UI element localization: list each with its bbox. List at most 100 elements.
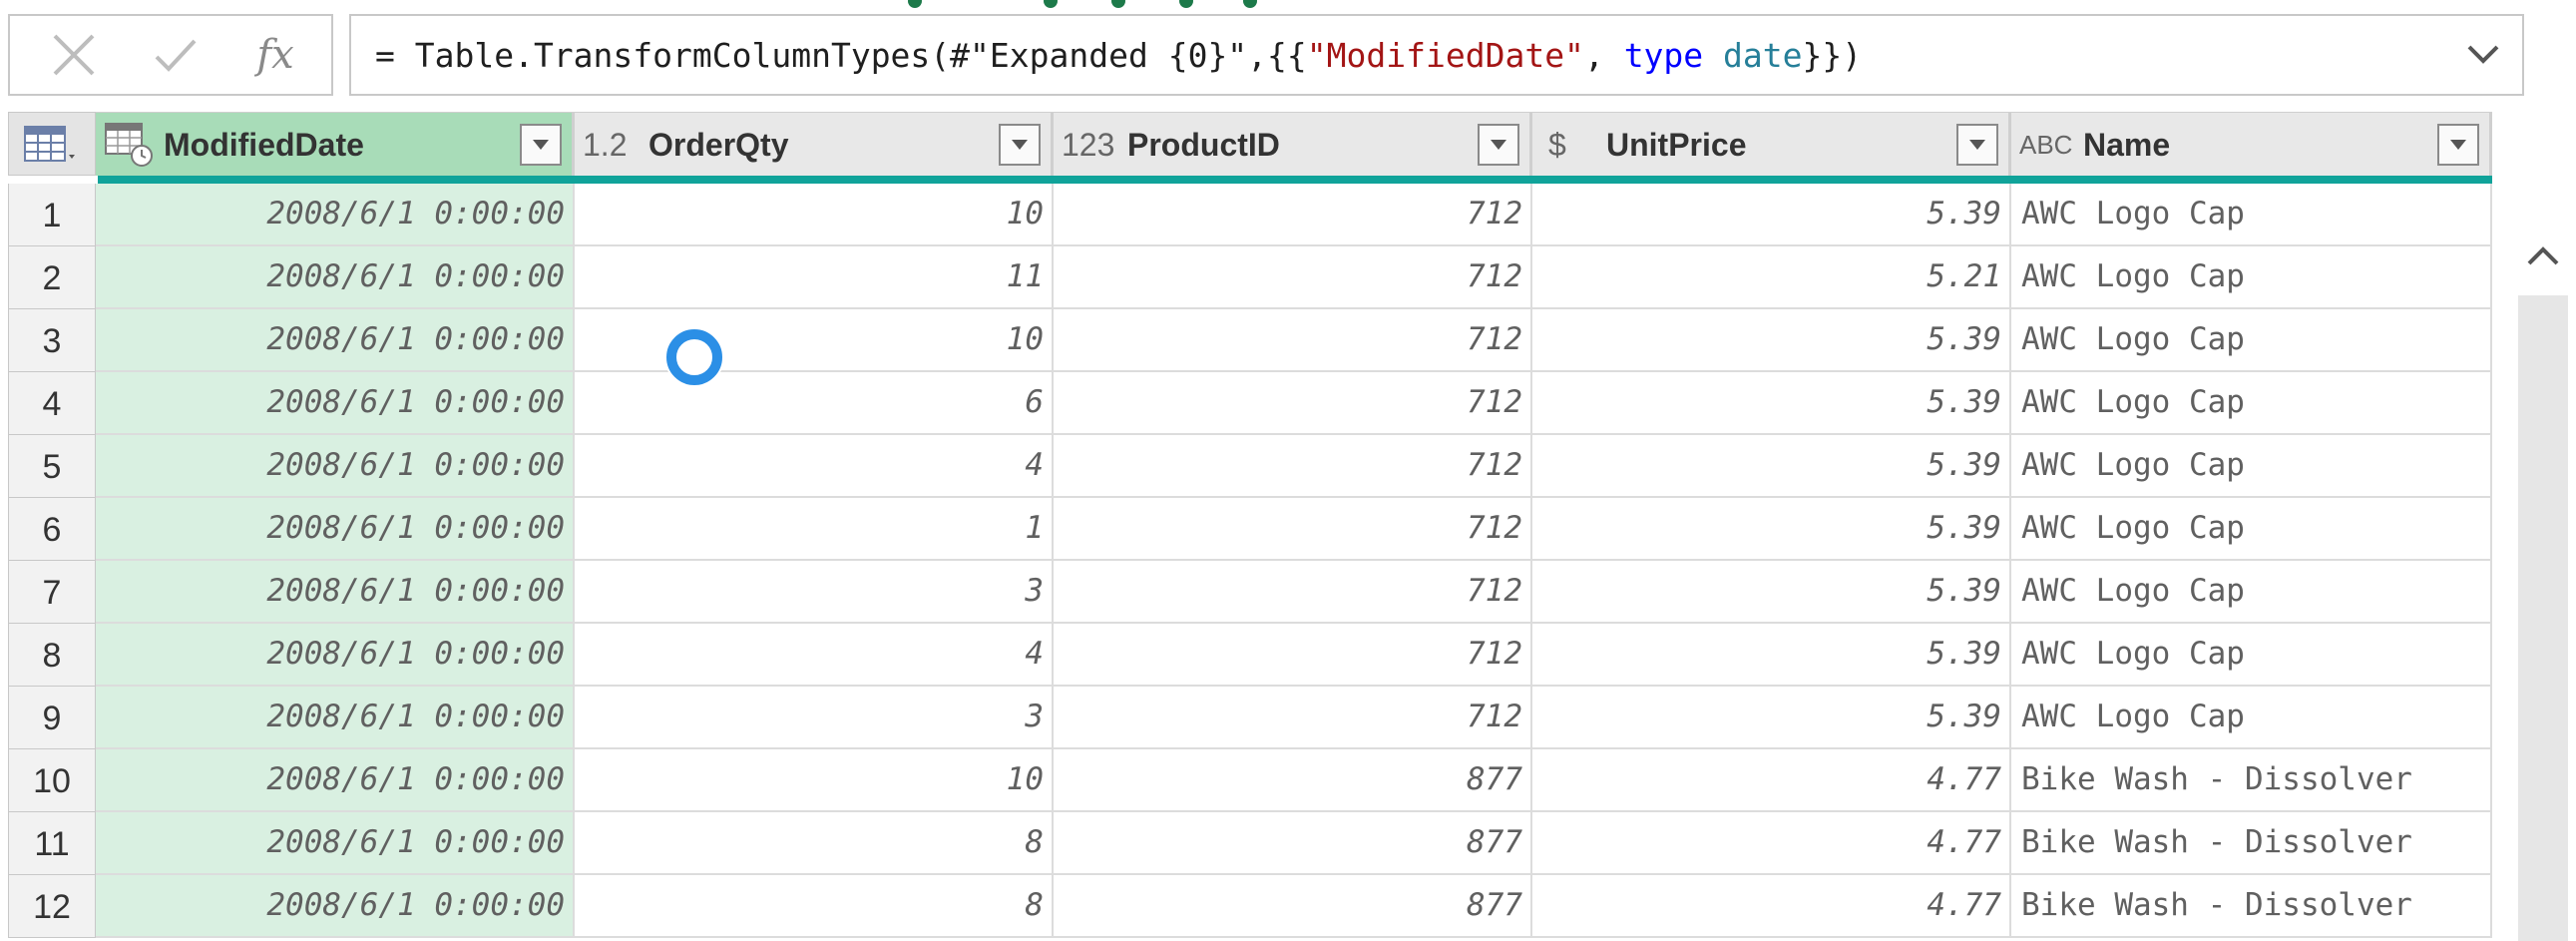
cell-productid[interactable]: 877 xyxy=(1054,749,1532,812)
cell-orderqty[interactable]: 4 xyxy=(575,435,1054,498)
cell-unitprice[interactable]: 4.77 xyxy=(1532,812,2011,875)
cell-name[interactable]: AWC Logo Cap xyxy=(2011,561,2492,624)
cell-modifieddate[interactable]: 2008/6/1 0:00:00 xyxy=(96,687,575,749)
column-filter-button[interactable] xyxy=(520,124,562,166)
column-header-orderqty[interactable]: 1.2 OrderQty xyxy=(575,112,1054,176)
formula-bar-controls: fx xyxy=(8,14,333,96)
formula-input[interactable]: = Table.TransformColumnTypes(#"Expanded … xyxy=(349,14,2524,96)
cell-productid[interactable]: 712 xyxy=(1054,246,1532,309)
cell-name[interactable]: AWC Logo Cap xyxy=(2011,184,2492,246)
cell-modifieddate[interactable]: 2008/6/1 0:00:00 xyxy=(96,309,575,372)
cell-name[interactable]: AWC Logo Cap xyxy=(2011,309,2492,372)
cell-orderqty[interactable]: 1 xyxy=(575,498,1054,561)
cell-productid[interactable]: 712 xyxy=(1054,624,1532,687)
cell-unitprice[interactable]: 5.39 xyxy=(1532,435,2011,498)
row-number[interactable]: 4 xyxy=(8,372,96,435)
cell-name[interactable]: Bike Wash - Dissolver xyxy=(2011,749,2492,812)
cell-productid[interactable]: 877 xyxy=(1054,812,1532,875)
datetime-type-icon[interactable] xyxy=(104,123,156,167)
row-number[interactable]: 12 xyxy=(8,875,96,938)
column-quality-bar xyxy=(98,176,2492,184)
chevron-up-icon xyxy=(2527,246,2559,265)
cell-name[interactable]: AWC Logo Cap xyxy=(2011,687,2492,749)
cell-productid[interactable]: 712 xyxy=(1054,184,1532,246)
cell-unitprice[interactable]: 5.39 xyxy=(1532,309,2011,372)
cell-orderqty[interactable]: 10 xyxy=(575,749,1054,812)
column-filter-button[interactable] xyxy=(1478,124,1519,166)
column-filter-button[interactable] xyxy=(999,124,1041,166)
cell-modifieddate[interactable]: 2008/6/1 0:00:00 xyxy=(96,246,575,309)
cell-modifieddate[interactable]: 2008/6/1 0:00:00 xyxy=(96,498,575,561)
cell-unitprice[interactable]: 5.39 xyxy=(1532,372,2011,435)
cell-modifieddate[interactable]: 2008/6/1 0:00:00 xyxy=(96,812,575,875)
row-number[interactable]: 1 xyxy=(8,184,96,246)
cell-unitprice[interactable]: 5.39 xyxy=(1532,561,2011,624)
column-header-modifieddate[interactable]: ModifiedDate xyxy=(96,112,575,176)
cell-orderqty[interactable]: 10 xyxy=(575,184,1054,246)
cell-productid[interactable]: 712 xyxy=(1054,435,1532,498)
currency-type-icon[interactable]: $ xyxy=(1548,123,1566,167)
scroll-up-button[interactable] xyxy=(2518,216,2568,295)
cell-unitprice[interactable]: 5.21 xyxy=(1532,246,2011,309)
cell-orderqty[interactable]: 8 xyxy=(575,812,1054,875)
row-number[interactable]: 6 xyxy=(8,498,96,561)
cell-productid[interactable]: 712 xyxy=(1054,309,1532,372)
cell-modifieddate[interactable]: 2008/6/1 0:00:00 xyxy=(96,561,575,624)
row-number[interactable]: 11 xyxy=(8,812,96,875)
expand-formula-button[interactable] xyxy=(2466,42,2500,71)
cell-productid[interactable]: 712 xyxy=(1054,498,1532,561)
cell-orderqty[interactable]: 3 xyxy=(575,687,1054,749)
cell-modifieddate[interactable]: 2008/6/1 0:00:00 xyxy=(96,624,575,687)
cell-name[interactable]: AWC Logo Cap xyxy=(2011,435,2492,498)
cell-productid[interactable]: 877 xyxy=(1054,875,1532,938)
cell-orderqty[interactable]: 8 xyxy=(575,875,1054,938)
vertical-scrollbar[interactable] xyxy=(2518,216,2568,941)
cell-unitprice[interactable]: 5.39 xyxy=(1532,498,2011,561)
cell-name[interactable]: AWC Logo Cap xyxy=(2011,246,2492,309)
column-header-unitprice[interactable]: $ UnitPrice xyxy=(1532,112,2011,176)
confirm-button[interactable] xyxy=(126,16,225,94)
cell-productid[interactable]: 712 xyxy=(1054,687,1532,749)
column-filter-button[interactable] xyxy=(1956,124,1998,166)
row-number[interactable]: 9 xyxy=(8,687,96,749)
row-number[interactable]: 7 xyxy=(8,561,96,624)
cell-modifieddate[interactable]: 2008/6/1 0:00:00 xyxy=(96,875,575,938)
cell-modifieddate[interactable]: 2008/6/1 0:00:00 xyxy=(96,749,575,812)
text-type-icon[interactable]: ABC xyxy=(2019,123,2072,167)
cell-unitprice[interactable]: 5.39 xyxy=(1532,687,2011,749)
cell-name[interactable]: AWC Logo Cap xyxy=(2011,624,2492,687)
cell-productid[interactable]: 712 xyxy=(1054,561,1532,624)
cell-name[interactable]: Bike Wash - Dissolver xyxy=(2011,875,2492,938)
cell-name[interactable]: AWC Logo Cap xyxy=(2011,498,2492,561)
cancel-button[interactable] xyxy=(24,16,124,94)
cell-modifieddate[interactable]: 2008/6/1 0:00:00 xyxy=(96,184,575,246)
cell-name[interactable]: Bike Wash - Dissolver xyxy=(2011,812,2492,875)
cell-name[interactable]: AWC Logo Cap xyxy=(2011,372,2492,435)
cell-orderqty[interactable]: 6 xyxy=(575,372,1054,435)
cell-unitprice[interactable]: 4.77 xyxy=(1532,749,2011,812)
row-number[interactable]: 3 xyxy=(8,309,96,372)
cell-modifieddate[interactable]: 2008/6/1 0:00:00 xyxy=(96,372,575,435)
row-number[interactable]: 2 xyxy=(8,246,96,309)
whole-number-type-icon[interactable]: 123 xyxy=(1062,123,1114,167)
column-header-name[interactable]: ABC Name xyxy=(2011,112,2492,176)
cell-orderqty[interactable]: 10 xyxy=(575,309,1054,372)
cell-unitprice[interactable]: 5.39 xyxy=(1532,184,2011,246)
row-number[interactable]: 5 xyxy=(8,435,96,498)
cell-unitprice[interactable]: 4.77 xyxy=(1532,875,2011,938)
row-number[interactable]: 8 xyxy=(8,624,96,687)
row-number[interactable]: 10 xyxy=(8,749,96,812)
decimal-type-icon[interactable]: 1.2 xyxy=(583,123,627,167)
cell-modifieddate[interactable]: 2008/6/1 0:00:00 xyxy=(96,435,575,498)
cell-orderqty[interactable]: 11 xyxy=(575,246,1054,309)
cell-productid[interactable]: 712 xyxy=(1054,372,1532,435)
cell-unitprice[interactable]: 5.39 xyxy=(1532,624,2011,687)
column-title: UnitPrice xyxy=(1606,127,1747,163)
column-header-productid[interactable]: 123 ProductID xyxy=(1054,112,1532,176)
cell-orderqty[interactable]: 3 xyxy=(575,561,1054,624)
fx-button[interactable]: fx xyxy=(225,16,325,94)
cell-orderqty[interactable]: 4 xyxy=(575,624,1054,687)
column-filter-button[interactable] xyxy=(2437,124,2479,166)
column-title: ModifiedDate xyxy=(164,127,364,163)
table-menu-button[interactable] xyxy=(8,112,96,176)
